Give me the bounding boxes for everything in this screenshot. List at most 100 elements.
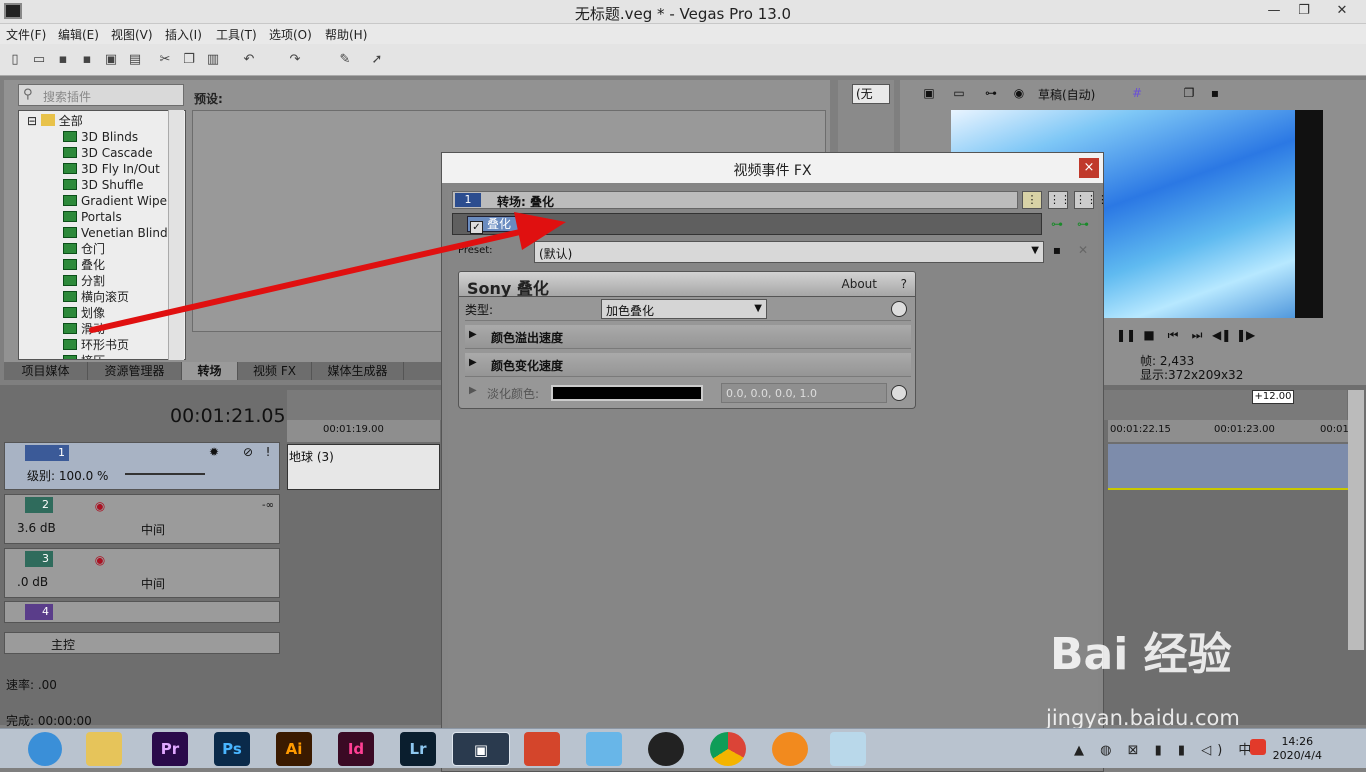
tree-item-venetian-blinds[interactable]: Venetian Blinds: [63, 225, 174, 241]
prev-frame-icon[interactable]: ⏮: [1164, 326, 1182, 344]
tree-item-page-roll[interactable]: 横向滚页: [63, 289, 129, 305]
tree-item-3d-shuffle[interactable]: 3D Shuffle: [63, 177, 144, 193]
save-snapshot-icon[interactable]: ▪: [1206, 84, 1224, 102]
timeline-vscrollbar[interactable]: [1348, 390, 1364, 650]
open-folder-icon[interactable]: ▭: [30, 51, 48, 69]
menu-tools[interactable]: 工具(T): [216, 26, 257, 43]
tree-item-portals[interactable]: Portals: [63, 209, 122, 225]
forward-icon[interactable]: ❚▶: [1236, 326, 1255, 344]
properties-icon[interactable]: ▤: [126, 51, 144, 69]
fx-chip[interactable]: ✓ 叠化: [467, 216, 531, 234]
sogou-icon[interactable]: [1250, 739, 1266, 755]
audio-track-3[interactable]: 3 .0 dB 中间 ◉: [4, 548, 280, 598]
qq-icon[interactable]: [648, 732, 684, 766]
time-ruler[interactable]: 00:01:19.00: [287, 420, 440, 442]
plugin-search-input[interactable]: ⚲ 搜索插件: [18, 84, 184, 106]
save-as-icon[interactable]: ▪: [78, 51, 96, 69]
view-columns-icon[interactable]: ⋮⋮: [1048, 191, 1071, 209]
trimmer-select[interactable]: (无: [852, 84, 890, 104]
file-explorer-icon[interactable]: [86, 732, 122, 766]
tree-item-page-loop[interactable]: 环形书页: [63, 337, 129, 353]
expand-triangle-icon[interactable]: ▶: [469, 385, 477, 396]
redo-icon[interactable]: ↷: [286, 51, 304, 69]
save-icon[interactable]: ▪: [54, 51, 72, 69]
preset-select[interactable]: (默认) ▼: [534, 241, 1044, 263]
app-notepad-icon[interactable]: [830, 732, 866, 766]
animate-clock-icon[interactable]: [891, 385, 907, 401]
delete-preset-icon[interactable]: ✕: [1074, 241, 1092, 259]
solo-icon[interactable]: !: [259, 443, 277, 461]
minimize-button[interactable]: —: [1262, 2, 1286, 20]
fx-enabled-checkbox[interactable]: ✓: [470, 221, 483, 234]
new-file-icon[interactable]: ▯: [6, 51, 24, 69]
help-button[interactable]: ?: [901, 277, 907, 291]
audio-track-4[interactable]: 4: [4, 601, 280, 623]
tree-scrollbar[interactable]: [168, 110, 184, 360]
view-grid-icon[interactable]: ⋮⋮⋮: [1074, 191, 1108, 209]
tab-video-fx[interactable]: 视频 FX: [238, 362, 312, 380]
video-track-1[interactable]: 1 级别: 100.0 % ✹ ⊘ !: [4, 442, 280, 490]
section-color-bleed[interactable]: ▶ 颜色溢出速度: [465, 325, 911, 349]
split-screen-icon[interactable]: ⊶: [982, 84, 1000, 102]
tree-item-dissolve[interactable]: 叠化: [63, 257, 105, 273]
section-color-change[interactable]: ▶ 颜色变化速度: [465, 353, 911, 377]
menu-insert[interactable]: 插入(I): [165, 26, 202, 43]
tree-root[interactable]: ⊟ 全部: [27, 113, 83, 129]
type-select[interactable]: 加色叠化 ▼: [601, 299, 767, 319]
photoshop-icon[interactable]: Ps: [214, 732, 250, 766]
rewind-icon[interactable]: ◀❚: [1212, 326, 1231, 344]
video-clip[interactable]: 地球 (3): [287, 444, 440, 490]
chrome-icon[interactable]: [710, 732, 746, 766]
view-list-icon[interactable]: ⋮: [1022, 191, 1042, 209]
arm-record-icon[interactable]: ◉: [91, 497, 109, 515]
plugin-tree[interactable]: ⊟ 全部 3D Blinds 3D Cascade 3D Fly In/Out …: [18, 110, 186, 360]
copy-icon[interactable]: ❐: [180, 51, 198, 69]
stop-icon[interactable]: ■: [1140, 326, 1158, 344]
tree-item-gradient-wipe[interactable]: Gradient Wipe: [63, 193, 167, 209]
tab-transitions[interactable]: 转场: [182, 362, 238, 380]
tree-item-barn-door[interactable]: 仓门: [63, 241, 105, 257]
mute-icon[interactable]: ⊘: [239, 443, 257, 461]
dialog-title-bar[interactable]: 视频事件 FX ×: [442, 153, 1103, 183]
expand-triangle-icon[interactable]: ▶: [469, 329, 477, 340]
app-umbrella-icon[interactable]: [524, 732, 560, 766]
fade-color-value[interactable]: 0.0, 0.0, 0.0, 1.0: [721, 383, 887, 403]
app-orange-icon[interactable]: [772, 732, 808, 766]
indesign-icon[interactable]: Id: [338, 732, 374, 766]
system-clock[interactable]: 14:26 2020/4/4: [1273, 735, 1322, 763]
tree-item-3d-cascade[interactable]: 3D Cascade: [63, 145, 153, 161]
remove-plugin-icon[interactable]: ⊶: [1074, 215, 1092, 233]
menu-options[interactable]: 选项(O): [269, 26, 312, 43]
tree-item-3d-blinds[interactable]: 3D Blinds: [63, 129, 138, 145]
close-window-button[interactable]: ✕: [1322, 2, 1362, 20]
illustrator-icon[interactable]: Ai: [276, 732, 312, 766]
tree-item-slide[interactable]: 滑动: [63, 321, 105, 337]
edit-tool-icon[interactable]: ✎: [336, 51, 354, 69]
preview-quality-select[interactable]: 草稿(自动): [1038, 86, 1095, 103]
video-clip-right[interactable]: [1108, 444, 1348, 490]
ie-browser-icon[interactable]: [28, 732, 62, 766]
selection-tool-icon[interactable]: ➚: [368, 51, 386, 69]
audio-track-2[interactable]: 2 3.6 dB 中间 ◉ -∞: [4, 494, 280, 544]
paste-icon[interactable]: ▥: [204, 51, 222, 69]
grid-icon[interactable]: #: [1128, 84, 1146, 102]
tab-media-generators[interactable]: 媒体生成器: [312, 362, 404, 380]
render-icon[interactable]: ▣: [102, 51, 120, 69]
maximize-button[interactable]: ❐: [1292, 2, 1316, 20]
animate-clock-icon[interactable]: [891, 301, 907, 317]
tree-item-3d-fly[interactable]: 3D Fly In/Out: [63, 161, 160, 177]
overlays-icon[interactable]: ◉: [1010, 84, 1028, 102]
external-monitor-icon[interactable]: ▭: [950, 84, 968, 102]
expand-triangle-icon[interactable]: ▶: [469, 357, 477, 368]
about-button[interactable]: About: [842, 277, 877, 291]
menu-file[interactable]: 文件(F): [6, 26, 46, 43]
tab-explorer[interactable]: 资源管理器: [88, 362, 182, 380]
menu-help[interactable]: 帮助(H): [325, 26, 367, 43]
menu-edit[interactable]: 编辑(E): [58, 26, 99, 43]
save-preset-icon[interactable]: ▪: [1048, 241, 1066, 259]
menu-view[interactable]: 视图(V): [111, 26, 153, 43]
cut-icon[interactable]: ✂: [156, 51, 174, 69]
master-bus[interactable]: 主控: [4, 632, 280, 654]
preview-properties-icon[interactable]: ▣: [920, 84, 938, 102]
track-fx-icon[interactable]: ✹: [205, 443, 223, 461]
